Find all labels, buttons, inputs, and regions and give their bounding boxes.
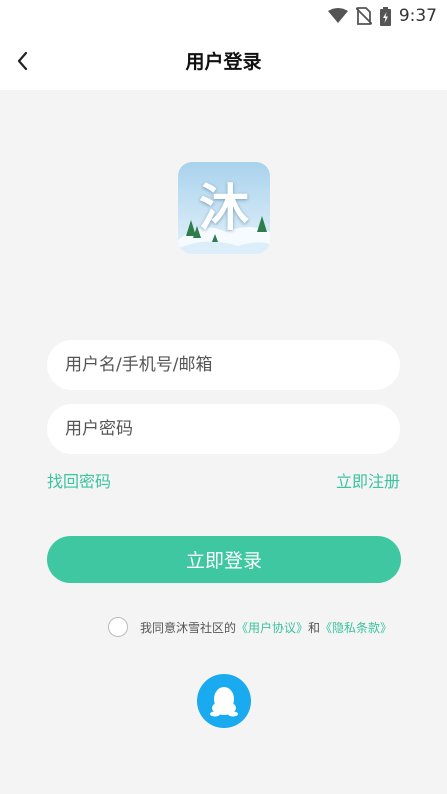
qq-login-button[interactable] [197, 674, 251, 728]
status-time: 9:37 [398, 6, 437, 26]
privacy-policy-link[interactable]: 《隐私条款》 [320, 619, 392, 636]
user-agreement-link[interactable]: 《用户协议》 [236, 619, 308, 636]
app-logo: 沐 [178, 162, 270, 254]
logo-char: 沐 [199, 179, 249, 237]
password-input[interactable] [47, 404, 400, 454]
username-input[interactable] [47, 340, 400, 390]
wifi-icon [327, 8, 348, 23]
status-icons: 9:37 [327, 5, 437, 27]
agreement-and: 和 [308, 620, 321, 635]
header: 用户登录 [0, 32, 447, 90]
agreement-prefix: 我同意沐雪社区的 [140, 620, 237, 635]
agreement-row: 我同意沐雪社区的 《用户协议》 和 《隐私条款》 [108, 616, 392, 638]
page-title: 用户登录 [185, 51, 262, 73]
battery-charging-icon [379, 6, 391, 26]
agree-checkbox[interactable] [108, 617, 128, 637]
no-sim-icon [355, 7, 372, 25]
login-button[interactable]: 立即登录 [47, 536, 401, 583]
status-bar: 9:37 [0, 0, 447, 32]
register-link[interactable]: 立即注册 [336, 468, 400, 492]
qq-penguin-icon [210, 687, 238, 717]
forgot-password-link[interactable]: 找回密码 [47, 468, 111, 492]
